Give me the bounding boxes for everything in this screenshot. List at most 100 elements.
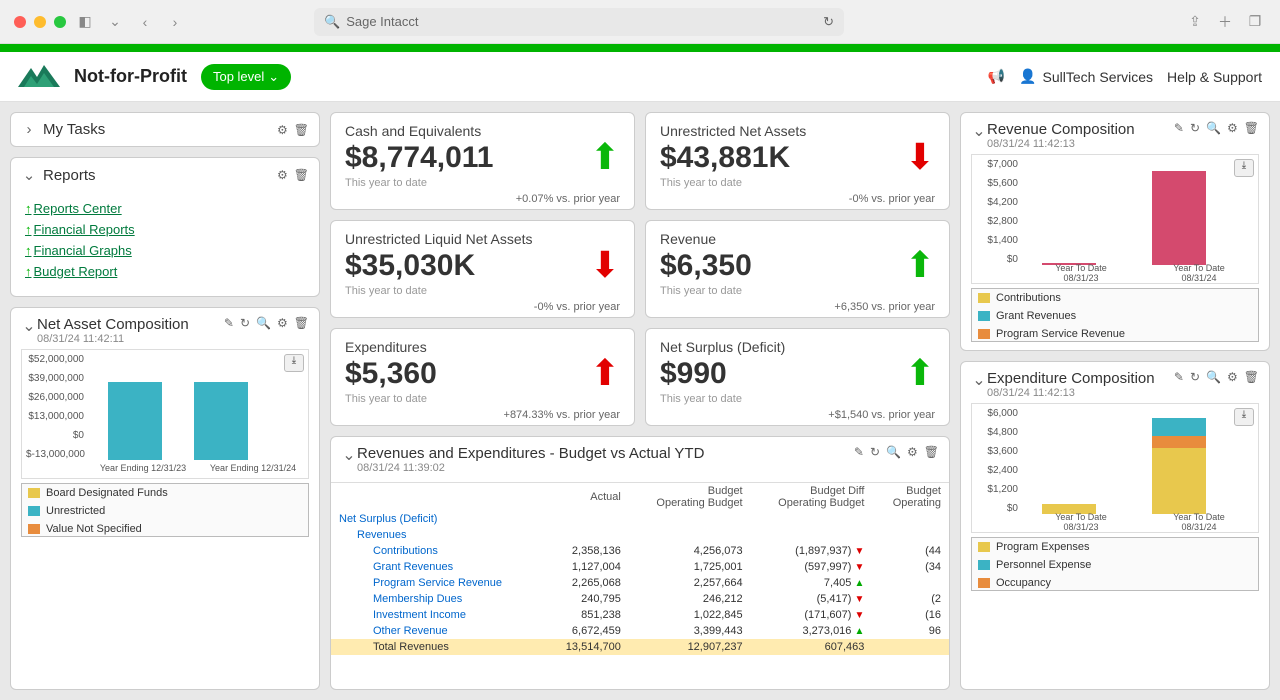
pencil-icon[interactable]: ✎ bbox=[224, 316, 234, 330]
kpi-unrestricted-liquid[interactable]: Unrestricted Liquid Net Assets $35,030K … bbox=[330, 220, 635, 318]
search-icon[interactable]: 🔍 bbox=[256, 316, 271, 330]
panel-title: My Tasks bbox=[43, 121, 271, 138]
row-label[interactable]: Contributions bbox=[331, 543, 544, 559]
refresh-icon[interactable]: ↻ bbox=[1190, 121, 1200, 135]
collapse-icon[interactable]: ⌄ bbox=[971, 370, 987, 390]
legend-item: Personnel Expense bbox=[972, 556, 1258, 574]
collapse-icon[interactable]: ⌄ bbox=[21, 166, 37, 184]
gear-icon[interactable]: ⚙ bbox=[277, 316, 288, 330]
gear-icon[interactable]: ⚙ bbox=[907, 445, 918, 459]
kpi-footer: +6,350 vs. prior year bbox=[660, 297, 935, 313]
help-link[interactable]: Help & Support bbox=[1167, 69, 1262, 85]
announce-icon[interactable]: 📢 bbox=[988, 68, 1005, 85]
row-label[interactable]: Total Revenues bbox=[331, 639, 544, 655]
search-icon[interactable]: 🔍 bbox=[1206, 370, 1221, 384]
cell: 246,212 bbox=[629, 591, 751, 607]
download-icon[interactable]: ⤓ bbox=[1234, 408, 1254, 426]
row-label[interactable]: Program Service Revenue bbox=[331, 575, 544, 591]
forward-icon[interactable]: › bbox=[164, 14, 186, 30]
table-row[interactable]: Total Revenues13,514,70012,907,237607,46… bbox=[331, 639, 949, 655]
legend-item: Program Expenses bbox=[972, 538, 1258, 556]
chevron-down-icon[interactable]: ⌄ bbox=[104, 13, 126, 30]
trash-icon[interactable]: 🗑 bbox=[1244, 370, 1259, 384]
table-row[interactable]: Grant Revenues1,127,0041,725,001(597,997… bbox=[331, 559, 949, 575]
download-icon[interactable]: ⤓ bbox=[284, 354, 304, 372]
arrow-up-icon: ⬆ bbox=[590, 355, 620, 391]
row-label[interactable]: Revenues bbox=[331, 527, 544, 543]
collapse-icon[interactable]: ⌄ bbox=[971, 121, 987, 141]
kpi-revenue[interactable]: Revenue $6,350 This year to date +6,350 … bbox=[645, 220, 950, 318]
panel-timestamp: 08/31/24 11:42:13 bbox=[987, 387, 1174, 399]
refresh-icon[interactable]: ↻ bbox=[1190, 370, 1200, 384]
expand-icon[interactable]: › bbox=[21, 121, 37, 138]
pencil-icon[interactable]: ✎ bbox=[1174, 370, 1184, 384]
gear-icon[interactable]: ⚙ bbox=[1227, 370, 1238, 384]
row-label[interactable]: Other Revenue bbox=[331, 623, 544, 639]
table-row[interactable]: Revenues bbox=[331, 527, 949, 543]
kpi-unrestricted-net-assets[interactable]: Unrestricted Net Assets $43,881K This ye… bbox=[645, 112, 950, 210]
rev-legend[interactable]: Contributions Grant Revenues Program Ser… bbox=[971, 288, 1259, 342]
scope-selector[interactable]: Top level ⌄ bbox=[201, 64, 291, 90]
download-icon[interactable]: ⤓ bbox=[1234, 159, 1254, 177]
share-icon[interactable]: ⇪ bbox=[1184, 13, 1206, 30]
kpi-cash[interactable]: Cash and Equivalents $8,774,011 This yea… bbox=[330, 112, 635, 210]
search-icon[interactable]: 🔍 bbox=[1206, 121, 1221, 135]
report-link[interactable]: ↑Financial Graphs bbox=[25, 240, 305, 261]
address-bar[interactable]: 🔍 Sage Intacct ↻ bbox=[314, 8, 844, 36]
kpi-value: $990 bbox=[660, 357, 935, 391]
kpi-expenditures[interactable]: Expenditures $5,360 This year to date +8… bbox=[330, 328, 635, 426]
row-label[interactable]: Investment Income bbox=[331, 607, 544, 623]
nac-legend[interactable]: Board Designated Funds Unrestricted Valu… bbox=[21, 483, 309, 537]
cell bbox=[544, 527, 629, 543]
maximize-window-icon[interactable] bbox=[54, 16, 66, 28]
x-label: Year To Date08/31/24 bbox=[1173, 513, 1225, 533]
pencil-icon[interactable]: ✎ bbox=[854, 445, 864, 459]
collapse-icon[interactable]: ⌄ bbox=[21, 316, 37, 336]
table-row[interactable]: Investment Income851,2381,022,845(171,60… bbox=[331, 607, 949, 623]
trash-icon[interactable]: 🗑 bbox=[924, 445, 939, 459]
minimize-window-icon[interactable] bbox=[34, 16, 46, 28]
gear-icon[interactable]: ⚙ bbox=[277, 123, 288, 137]
gear-icon[interactable]: ⚙ bbox=[277, 168, 288, 182]
collapse-icon[interactable]: ⌄ bbox=[341, 445, 357, 465]
refresh-icon[interactable]: ↻ bbox=[240, 316, 250, 330]
search-icon[interactable]: 🔍 bbox=[886, 445, 901, 459]
arrow-down-icon: ⬇ bbox=[905, 139, 935, 175]
refresh-icon[interactable]: ↻ bbox=[870, 445, 880, 459]
reload-icon[interactable]: ↻ bbox=[823, 14, 834, 30]
report-link[interactable]: ↑Financial Reports bbox=[25, 219, 305, 240]
trash-icon[interactable]: 🗑 bbox=[294, 168, 309, 182]
table-row[interactable]: Other Revenue6,672,4593,399,4433,273,016… bbox=[331, 623, 949, 639]
tabs-icon[interactable]: ❐ bbox=[1244, 13, 1266, 30]
row-label[interactable]: Net Surplus (Deficit) bbox=[331, 511, 544, 527]
company-menu[interactable]: 👤 SullTech Services bbox=[1019, 68, 1153, 85]
my-tasks-panel: › My Tasks ⚙ 🗑 bbox=[10, 112, 320, 147]
row-label[interactable]: Membership Dues bbox=[331, 591, 544, 607]
trash-icon[interactable]: 🗑 bbox=[1244, 121, 1259, 135]
cell: 1,127,004 bbox=[544, 559, 629, 575]
cell: 3,273,016 ▲ bbox=[751, 623, 873, 639]
report-link[interactable]: ↑Budget Report bbox=[25, 261, 305, 282]
back-icon[interactable]: ‹ bbox=[134, 14, 156, 30]
table-row[interactable]: Membership Dues240,795246,212(5,417) ▼(2 bbox=[331, 591, 949, 607]
table-row[interactable]: Program Service Revenue2,265,0682,257,66… bbox=[331, 575, 949, 591]
table-row[interactable]: Net Surplus (Deficit) bbox=[331, 511, 949, 527]
cell: (2 bbox=[872, 591, 949, 607]
chart-bar bbox=[194, 382, 248, 460]
trash-icon[interactable]: 🗑 bbox=[294, 123, 309, 137]
close-window-icon[interactable] bbox=[14, 16, 26, 28]
chart-bar bbox=[1152, 171, 1206, 265]
sidebar-toggle-icon[interactable]: ◧ bbox=[74, 13, 96, 30]
panel-title: Revenue Composition bbox=[987, 121, 1174, 138]
pencil-icon[interactable]: ✎ bbox=[1174, 121, 1184, 135]
trash-icon[interactable]: 🗑 bbox=[294, 316, 309, 330]
arrow-up-icon: ⬆ bbox=[905, 247, 935, 283]
exp-legend[interactable]: Program Expenses Personnel Expense Occup… bbox=[971, 537, 1259, 591]
budget-table-scroll[interactable]: Actual BudgetOperating Budget Budget Dif… bbox=[331, 482, 949, 689]
new-tab-icon[interactable]: ＋ bbox=[1214, 12, 1236, 32]
row-label[interactable]: Grant Revenues bbox=[331, 559, 544, 575]
gear-icon[interactable]: ⚙ bbox=[1227, 121, 1238, 135]
table-row[interactable]: Contributions2,358,1364,256,073(1,897,93… bbox=[331, 543, 949, 559]
kpi-net-surplus[interactable]: Net Surplus (Deficit) $990 This year to … bbox=[645, 328, 950, 426]
report-link[interactable]: ↑Reports Center bbox=[25, 198, 305, 219]
